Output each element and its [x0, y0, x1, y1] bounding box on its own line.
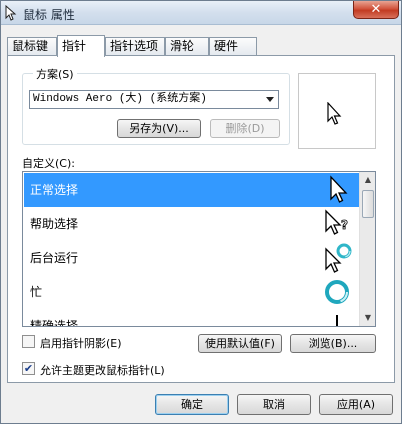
tab-strip: 鼠标键 指针 指针选项 滑轮 硬件 — [7, 35, 397, 57]
tab-pointer-options[interactable]: 指针选项 — [105, 37, 165, 56]
cursor-item-label: 忙 — [30, 285, 43, 299]
working-cursor-icon — [325, 243, 352, 273]
window-title: 鼠标 属性 — [23, 8, 75, 22]
tab-hardware[interactable]: 硬件 — [209, 37, 257, 56]
help-cursor-icon: ? — [325, 209, 348, 235]
scroll-thumb[interactable] — [362, 190, 374, 218]
mouse-properties-window: 鼠标 属性 ✕ 鼠标键 指针 指针选项 滑轮 硬件 方案(S) Windows … — [0, 0, 402, 424]
precision-cursor-icon — [336, 315, 338, 326]
cursor-list[interactable]: 正常选择 帮助选择 ? 后台运行 忙 精确选择 ▲ ▼ — [22, 171, 376, 327]
tab-wheel[interactable]: 滑轮 — [165, 37, 209, 56]
arrow-cursor-icon — [330, 175, 348, 203]
scheme-group: 方案(S) Windows Aero (大) (系统方案) 另存为(V)... … — [22, 66, 290, 145]
scroll-down-arrow-icon[interactable]: ▼ — [360, 310, 375, 326]
ok-button[interactable]: 确定 — [155, 394, 229, 415]
pointer-shadow-checkbox[interactable] — [22, 335, 35, 348]
busy-cursor-icon — [325, 280, 349, 304]
chevron-down-icon[interactable] — [266, 97, 274, 102]
cursor-item-precision-select[interactable]: 精确选择 — [24, 309, 360, 327]
delete-button[interactable]: 删除(D) — [210, 119, 280, 138]
pointers-tab-panel: 方案(S) Windows Aero (大) (系统方案) 另存为(V)... … — [7, 55, 395, 383]
cursor-item-label: 帮助选择 — [30, 217, 79, 231]
svg-text:?: ? — [341, 218, 348, 232]
browse-button[interactable]: 浏览(B)... — [290, 334, 376, 353]
cursor-item-label: 后台运行 — [30, 251, 79, 265]
scheme-label: 方案(S) — [33, 66, 77, 82]
cursor-item-busy[interactable]: 忙 — [24, 275, 360, 309]
arrow-cursor-preview-icon — [327, 102, 342, 125]
customize-label: 自定义(C): — [22, 157, 75, 170]
cursor-item-label: 精确选择 — [30, 319, 79, 327]
scheme-dropdown[interactable]: Windows Aero (大) (系统方案) — [29, 90, 279, 109]
mouse-app-icon — [5, 5, 17, 21]
cancel-button[interactable]: 取消 — [237, 394, 311, 415]
allow-theme-checkbox[interactable]: ✔ — [22, 362, 35, 375]
save-as-button[interactable]: 另存为(V)... — [117, 119, 201, 138]
tab-pointers[interactable]: 指针 — [57, 35, 105, 57]
pointer-shadow-label: 启用指针阴影(E) — [40, 337, 122, 350]
scroll-up-arrow-icon[interactable]: ▲ — [360, 172, 375, 188]
use-default-button[interactable]: 使用默认值(F) — [198, 334, 282, 353]
cursor-item-working-in-background[interactable]: 后台运行 — [24, 241, 360, 275]
cursor-item-label: 正常选择 — [30, 183, 79, 197]
cursor-preview — [298, 73, 376, 149]
list-scrollbar[interactable]: ▲ ▼ — [359, 172, 375, 326]
apply-button[interactable]: 应用(A) — [319, 394, 393, 415]
title-bar[interactable]: 鼠标 属性 ✕ — [1, 1, 401, 25]
close-button[interactable]: ✕ — [353, 1, 399, 19]
cursor-item-normal-select[interactable]: 正常选择 — [24, 173, 360, 207]
cursor-item-help-select[interactable]: 帮助选择 ? — [24, 207, 360, 241]
checkmark-icon: ✔ — [23, 362, 34, 375]
allow-theme-label: 允许主题更改鼠标指针(L) — [40, 364, 165, 377]
tab-buttons[interactable]: 鼠标键 — [7, 37, 57, 56]
scheme-selected-value: Windows Aero (大) (系统方案) — [33, 93, 207, 105]
